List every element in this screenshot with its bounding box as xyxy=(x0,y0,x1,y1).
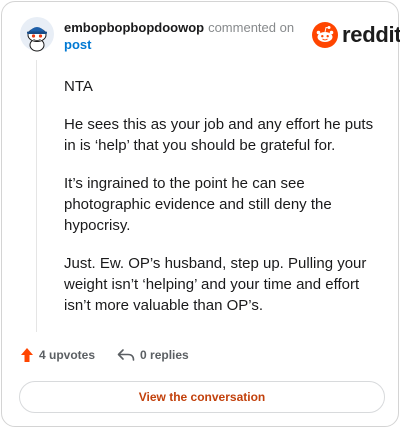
reddit-logo[interactable]: reddit xyxy=(312,22,400,48)
comment-paragraph: It’s ingrained to the point he can see p… xyxy=(64,175,332,234)
action-text: commented on xyxy=(208,20,295,35)
upvote-count: 4 upvotes xyxy=(39,348,96,362)
comment-actions: 4 upvotes 0 replies xyxy=(20,347,211,363)
comment-paragraph: He sees this as your job and any effort … xyxy=(64,116,374,154)
upvote-arrow-icon xyxy=(21,348,33,362)
comment-paragraph: NTA xyxy=(64,78,93,95)
username-link[interactable]: embopbopbopdoowop xyxy=(64,20,204,35)
comment-paragraph: Just. Ew. OP’s husband, step up. Pulling… xyxy=(64,255,367,314)
reply-button[interactable]: 0 replies xyxy=(117,348,189,362)
reply-count: 0 replies xyxy=(140,348,189,362)
post-link[interactable]: post xyxy=(64,37,91,53)
comment-header: embopbopbopdoowop commented on xyxy=(64,20,294,36)
reddit-logo-icon xyxy=(312,22,338,48)
snoo-avatar-icon[interactable] xyxy=(19,16,55,52)
thread-line[interactable] xyxy=(36,60,37,332)
comment-body: NTA He sees this as your job and any eff… xyxy=(64,76,382,333)
upvote-button[interactable]: 4 upvotes xyxy=(20,347,95,363)
view-conversation-button[interactable]: View the conversation xyxy=(19,381,385,413)
reply-arrow-icon xyxy=(117,349,135,361)
comment-card: embopbopbopdoowop commented on post reddi… xyxy=(1,1,400,427)
reddit-wordmark: reddit xyxy=(342,22,400,47)
